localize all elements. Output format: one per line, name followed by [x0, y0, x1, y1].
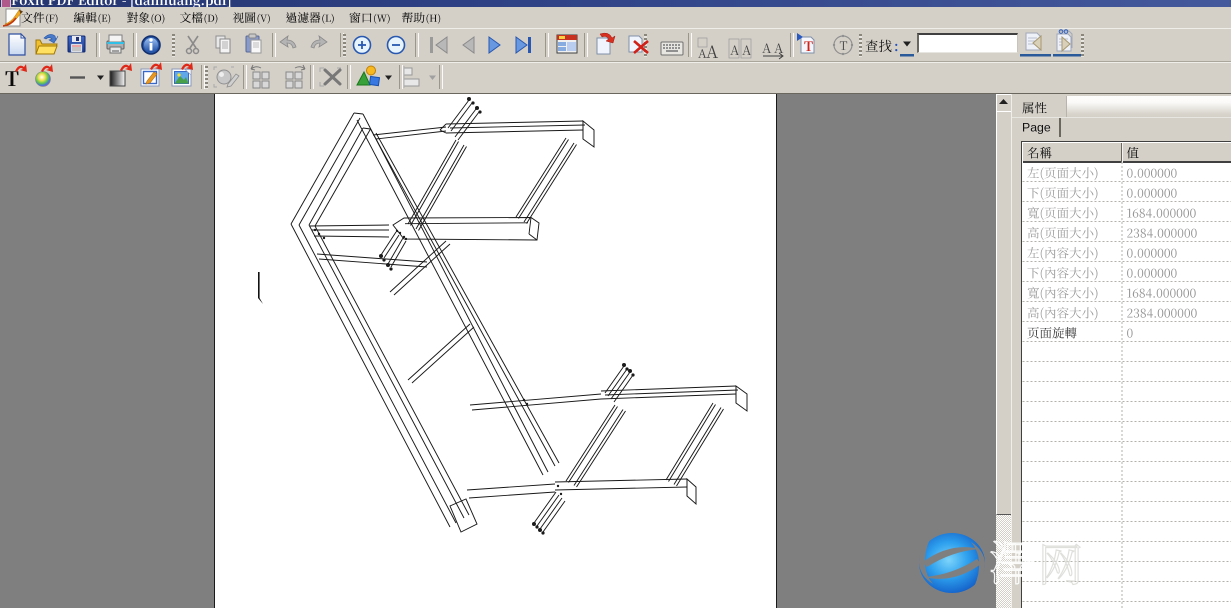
svg-text:Page: Page [1022, 121, 1051, 135]
